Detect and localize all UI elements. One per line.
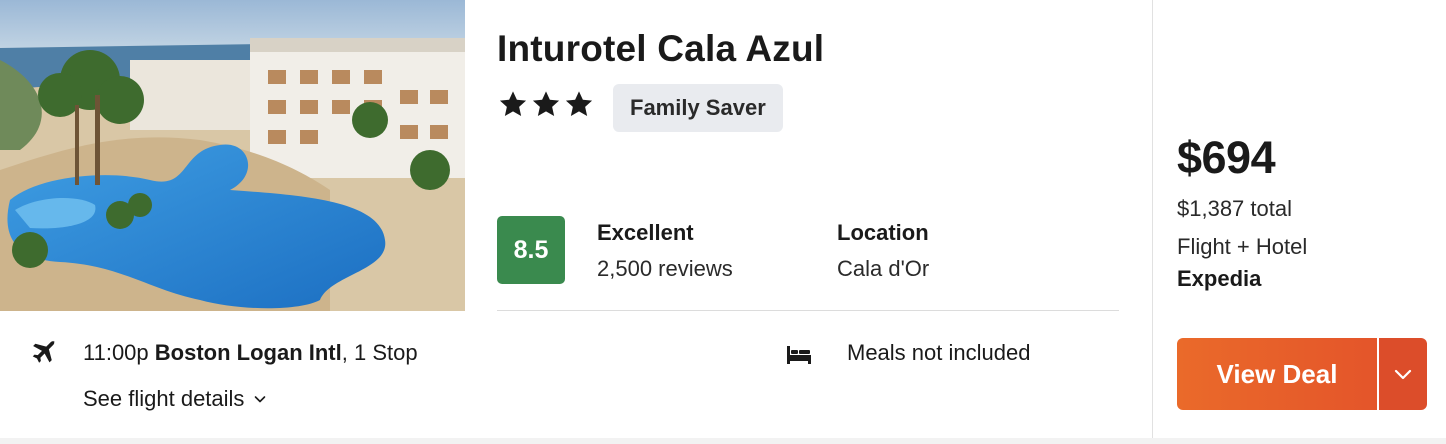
bed-icon <box>787 346 811 364</box>
star-rating <box>497 88 595 120</box>
flight-details-label: See flight details <box>83 386 245 411</box>
column-divider <box>1152 0 1153 438</box>
view-deal-button[interactable]: View Deal <box>1177 338 1377 410</box>
location-label: Location <box>837 220 929 245</box>
more-deals-toggle[interactable] <box>1379 338 1427 410</box>
price-total: $1,387 total <box>1177 196 1292 221</box>
meals-info: Meals not included <box>847 340 1031 365</box>
star-icon <box>532 91 560 116</box>
rating-word: Excellent <box>597 220 694 245</box>
hotel-result-card: Inturotel Cala Azul Family Saver 8.5 Exc… <box>0 0 1446 438</box>
hotel-photo[interactable] <box>0 0 465 311</box>
location-value: Cala d'Or <box>837 256 930 281</box>
flight-summary: 11:00p Boston Logan Intl, 1 Stop <box>83 340 418 366</box>
flight-time: 11:00p <box>83 340 149 365</box>
review-count: 2,500 reviews <box>597 256 733 281</box>
package-type: Flight + Hotel <box>1177 234 1308 259</box>
provider-name: Expedia <box>1177 266 1262 291</box>
section-divider <box>497 310 1119 311</box>
flight-stops: , 1 Stop <box>341 340 418 365</box>
star-icon <box>499 91 527 116</box>
see-flight-details-link[interactable]: See flight details <box>83 386 268 412</box>
family-saver-badge: Family Saver <box>613 84 783 132</box>
review-score: 8.5 <box>497 216 565 284</box>
plane-icon <box>32 340 55 363</box>
chevron-down-icon <box>1394 369 1412 380</box>
hotel-name[interactable]: Inturotel Cala Azul <box>497 28 824 70</box>
card-bottom-edge <box>0 438 1446 444</box>
chevron-down-icon <box>255 396 266 403</box>
departure-airport: Boston Logan Intl <box>154 340 342 365</box>
star-icon <box>565 91 593 116</box>
price-per-person: $694 <box>1177 132 1276 183</box>
